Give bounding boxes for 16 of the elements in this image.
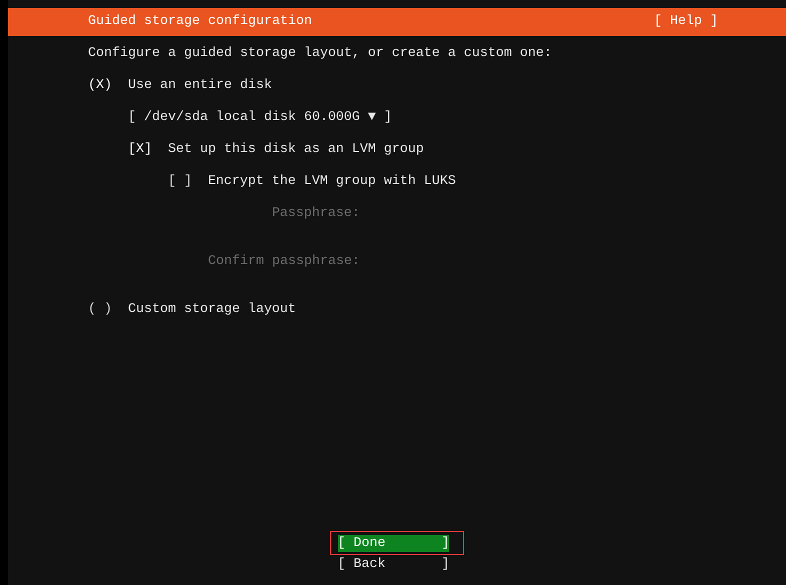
action-button[interactable]: [ Done ] [338, 535, 450, 552]
checkbox[interactable]: [ ] [168, 174, 192, 190]
field-label: Confirm passphrase: [208, 254, 360, 270]
checkbox-label: Set up this disk as an LVM group [168, 142, 424, 158]
field-label: Passphrase: [270, 206, 360, 222]
disk-dropdown[interactable]: [ /dev/sda local disk 60.000G ▼ ] [128, 110, 392, 126]
action-button[interactable]: [ Back ] [338, 556, 450, 573]
radio-button[interactable]: ( ) [88, 302, 112, 318]
checkbox[interactable]: [X] [128, 142, 152, 158]
checkbox-label: Encrypt the LVM group with LUKS [208, 174, 456, 190]
help-button[interactable]: [ Help ] [654, 14, 718, 30]
radio-button[interactable]: (X) [88, 78, 112, 94]
option-label: Custom storage layout [128, 302, 296, 318]
option-label: Use an entire disk [128, 78, 272, 94]
intro-text: Configure a guided storage layout, or create a custom one: [88, 46, 553, 62]
screen-title: Guided storage configuration [88, 14, 312, 30]
